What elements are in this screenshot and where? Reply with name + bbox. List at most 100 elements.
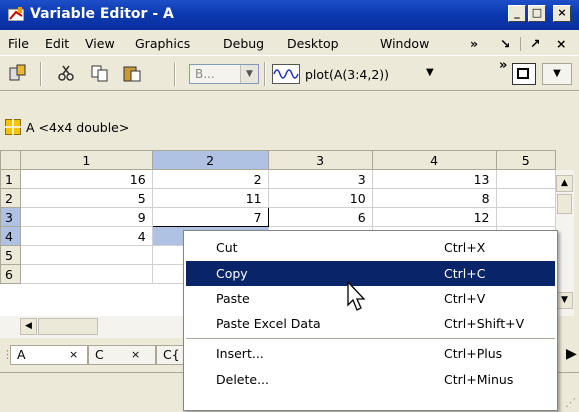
table-cell[interactable]: 4 [19,226,153,246]
context-menu-item-cut[interactable]: Cut Ctrl+X [186,235,555,260]
plot-dropdown-icon[interactable]: ▼ [426,67,434,78]
toolbar-separator [40,62,42,86]
context-menu-item-paste[interactable]: Paste Ctrl+V [186,286,555,311]
tab-label: A [17,347,26,362]
menu-edit[interactable]: Edit [45,36,69,51]
table-cell[interactable]: 11 [151,188,269,208]
row-header[interactable]: 5 [0,245,21,265]
menu-item-shortcut: Ctrl+X [444,240,486,255]
column-header[interactable]: 3 [267,150,373,170]
table-row: 3 9 7 6 12 [0,207,556,227]
paste-icon[interactable] [122,64,142,82]
column-header[interactable]: 1 [19,150,153,170]
vertical-scrollbar[interactable]: ▲ ▼ [556,170,574,316]
table-cell[interactable] [19,245,153,265]
menu-divider [520,37,521,51]
menu-separator [186,338,555,339]
corner-cell[interactable] [0,150,21,170]
tab-c[interactable]: C × [88,345,156,365]
table-cell[interactable]: 2 [151,169,269,189]
import-data-icon[interactable] [8,64,28,82]
row-header[interactable]: 3 [0,207,21,227]
chevron-down-icon: ▼ [240,65,258,83]
table-cell[interactable]: 9 [19,207,153,227]
table-cell[interactable] [495,207,556,227]
horizontal-scrollbar[interactable]: ◀ [0,316,210,338]
plot-icon[interactable] [272,64,300,84]
table-cell[interactable]: 3 [267,169,373,189]
toolbar-separator [174,62,176,86]
tab-a[interactable]: A × [10,345,88,365]
column-header[interactable]: 4 [371,150,497,170]
cut-icon[interactable] [56,64,76,82]
toolbar-overflow-icon[interactable]: » [499,58,507,73]
table-cell[interactable]: 10 [267,188,373,208]
menu-overflow-icon[interactable]: » [470,36,478,51]
title-bar: Variable Editor - A _ □ × [0,0,579,30]
table-cell[interactable]: 7 [151,207,269,227]
scroll-down-icon[interactable]: ▼ [556,292,573,309]
table-cell[interactable] [495,169,556,189]
menu-item-label: Cut [216,240,238,255]
mouse-cursor-icon [347,281,366,311]
scroll-up-icon[interactable]: ▲ [556,175,573,192]
scroll-left-icon[interactable]: ◀ [20,318,37,335]
table-cell[interactable]: 5 [19,188,153,208]
window-title: Variable Editor - A [30,6,174,22]
menu-item-label: Paste [216,291,250,306]
close-doc-icon[interactable]: × [556,36,566,51]
menu-debug[interactable]: Debug [223,36,264,51]
menu-window[interactable]: Window [380,36,429,51]
layout-toggle-button[interactable] [512,63,536,85]
table-row: 1 16 2 3 13 [0,169,556,189]
plot-selector[interactable]: plot(A(3:4,2)) [305,67,389,82]
table-cell[interactable]: 6 [267,207,373,227]
scroll-thumb[interactable] [557,194,572,214]
menu-item-label: Paste Excel Data [216,316,321,331]
context-menu-item-insert[interactable]: Insert... Ctrl+Plus [186,341,555,366]
scroll-thumb[interactable] [38,318,98,335]
menu-item-label: Copy [216,266,248,281]
table-cell[interactable]: 13 [371,169,497,189]
context-menu-item-copy[interactable]: Copy Ctrl+C [186,261,555,286]
tab-label: C{ [163,347,180,362]
context-menu: Cut Ctrl+X Copy Ctrl+C Paste Ctrl+V Paste Exce… [183,230,558,411]
table-cell[interactable] [495,188,556,208]
table-cell[interactable]: 12 [371,207,497,227]
row-header[interactable]: 6 [0,264,21,284]
menu-desktop[interactable]: Desktop [287,36,339,51]
tab-scroll-right-icon[interactable]: ▶ [566,346,577,362]
menu-graphics[interactable]: Graphics [135,36,190,51]
toolbar-separator [264,62,266,86]
variable-header: A <4x4 double> [0,113,579,141]
minimize-button[interactable]: _ [508,5,526,22]
undock-icon[interactable]: ↘ [500,36,510,51]
table-cell[interactable] [19,264,153,284]
table-cell[interactable]: 16 [19,169,153,189]
context-menu-item-paste-excel-data[interactable]: Paste Excel Data Ctrl+Shift+V [186,311,555,336]
table-row: 2 5 11 10 8 [0,188,556,208]
menu-file[interactable]: File [8,36,29,51]
copy-icon[interactable] [90,64,110,82]
close-button[interactable]: × [553,5,571,22]
menu-view[interactable]: View [85,36,115,51]
row-header[interactable]: 4 [0,226,21,246]
column-header[interactable]: 2 [151,150,269,170]
stack-combo[interactable]: B... ▼ [189,64,259,84]
restore-icon[interactable]: ↗ [530,36,540,51]
row-header[interactable]: 1 [0,169,21,189]
layout-dropdown-icon[interactable]: ▼ [542,63,572,85]
menu-item-shortcut: Ctrl+C [444,266,486,281]
maximize-button[interactable]: □ [528,5,546,22]
tab-c-cell[interactable]: C{ [156,345,186,365]
context-menu-item-delete[interactable]: Delete... Ctrl+Minus [186,367,555,392]
row-header[interactable]: 2 [0,188,21,208]
variable-label: A <4x4 double> [26,120,130,135]
menu-item-shortcut: Ctrl+V [444,291,486,306]
column-header[interactable]: 5 [495,150,556,170]
tab-close-icon[interactable]: × [131,346,140,364]
tab-close-icon[interactable]: × [69,346,78,364]
menu-item-shortcut: Ctrl+Shift+V [444,316,525,331]
resize-grip-icon[interactable]: ⋰ [565,396,576,409]
table-cell[interactable]: 8 [371,188,497,208]
